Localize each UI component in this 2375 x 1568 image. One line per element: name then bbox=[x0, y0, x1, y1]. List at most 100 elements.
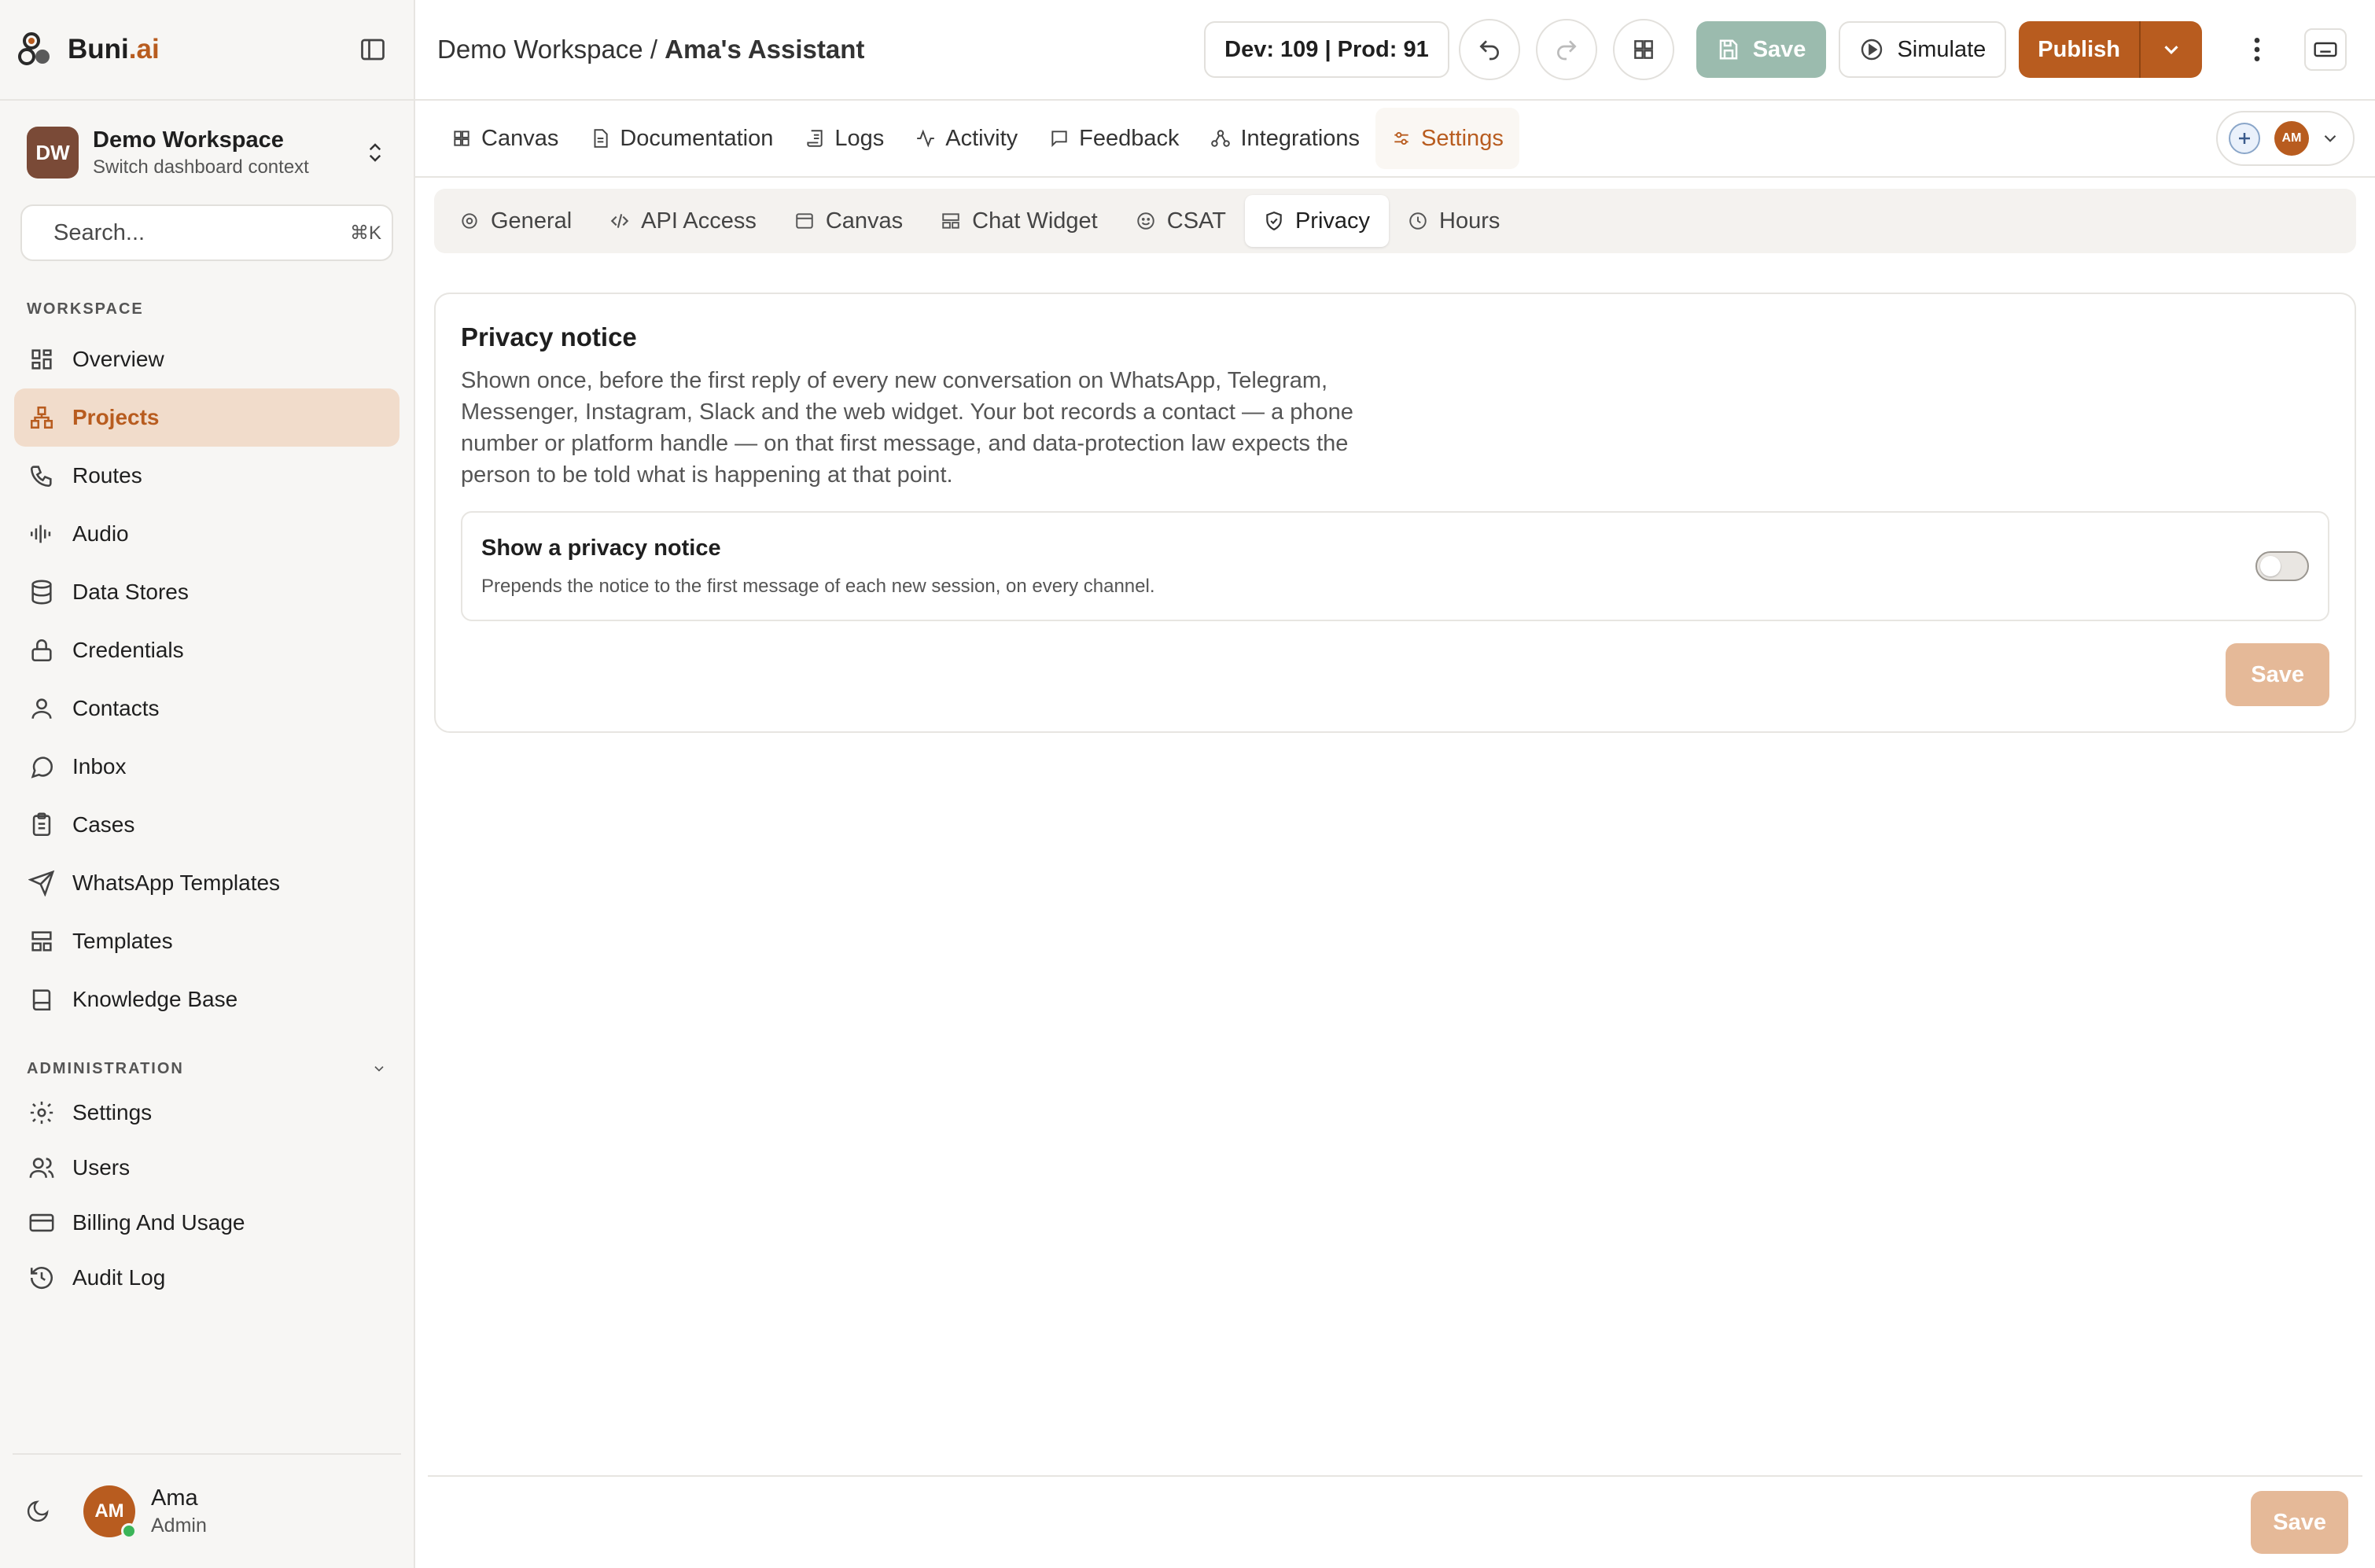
publish-menu-button[interactable] bbox=[2139, 21, 2202, 78]
redo-button[interactable] bbox=[1535, 19, 1597, 80]
sidebar-item-users[interactable]: Users bbox=[14, 1140, 400, 1195]
sidebar-item-label: Audit Log bbox=[72, 1265, 166, 1290]
version-indicator: Dev: 109 | Prod: 91 bbox=[1204, 21, 1449, 78]
file-icon bbox=[594, 129, 608, 148]
plus-icon bbox=[2239, 133, 2250, 144]
sidebar-item-inbox[interactable]: Inbox bbox=[14, 738, 400, 796]
gear-icon bbox=[30, 1101, 53, 1124]
subtab-general[interactable]: General bbox=[440, 195, 591, 247]
code-icon bbox=[610, 214, 629, 228]
workspace-avatar: DW bbox=[27, 127, 79, 179]
sidebar-item-data-stores[interactable]: Data Stores bbox=[14, 563, 400, 621]
privacy-toggle-row: Show a privacy notice Prepends the notic… bbox=[461, 511, 2329, 621]
collaborator-avatar[interactable]: AM bbox=[2274, 121, 2309, 156]
workspace-nav: Overview Projects Routes Audio Data Stor… bbox=[0, 330, 414, 1029]
undo-button[interactable] bbox=[1458, 19, 1520, 80]
workspace-switcher[interactable]: DW Demo Workspace Switch dashboard conte… bbox=[0, 101, 414, 204]
sidebar-item-settings[interactable]: Settings bbox=[14, 1085, 400, 1140]
main-tabs: Canvas Documentation Logs Activity Feedb… bbox=[415, 101, 2375, 178]
footer-save-button[interactable]: Save bbox=[2251, 1491, 2348, 1554]
book-icon bbox=[32, 989, 51, 1011]
sidebar-footer: AM Ama Admin bbox=[13, 1453, 401, 1568]
sidebar-item-contacts[interactable]: Contacts bbox=[14, 679, 400, 738]
privacy-notice-toggle[interactable] bbox=[2255, 551, 2309, 581]
activity-icon bbox=[917, 129, 935, 148]
tab-canvas[interactable]: Canvas bbox=[436, 108, 574, 169]
sidebar-item-routes[interactable]: Routes bbox=[14, 447, 400, 505]
subtab-privacy[interactable]: Privacy bbox=[1244, 195, 1390, 247]
history-icon bbox=[30, 1267, 53, 1290]
simulate-button[interactable]: Simulate bbox=[1839, 21, 2007, 78]
sidebar-item-label: Templates bbox=[72, 929, 173, 953]
card-save-button[interactable]: Save bbox=[2226, 643, 2329, 706]
search-box[interactable]: ⌘K bbox=[20, 204, 393, 261]
grid-icon bbox=[454, 131, 469, 146]
sidebar-item-label: Cases bbox=[72, 812, 135, 837]
sidebar-item-audio[interactable]: Audio bbox=[14, 505, 400, 563]
audio-icon bbox=[30, 525, 51, 543]
subtab-canvas[interactable]: Canvas bbox=[775, 195, 922, 247]
subtab-hours[interactable]: Hours bbox=[1389, 195, 1519, 247]
widget-icon bbox=[942, 213, 959, 229]
page-title: Privacy notice bbox=[461, 322, 637, 352]
chat-icon bbox=[31, 756, 53, 778]
sidebar-toggle-icon[interactable] bbox=[359, 35, 387, 64]
add-collaborator-button[interactable] bbox=[2229, 123, 2260, 154]
sidebar-item-label: Contacts bbox=[72, 696, 160, 720]
play-icon bbox=[1861, 39, 1883, 61]
sidebar-item-overview[interactable]: Overview bbox=[14, 330, 400, 388]
workspace-subtitle: Switch dashboard context bbox=[93, 156, 309, 178]
tab-logs[interactable]: Logs bbox=[789, 108, 900, 169]
breadcrumb-parent[interactable]: Demo Workspace / bbox=[437, 35, 665, 64]
publish-group: Publish bbox=[2019, 21, 2202, 78]
scroll-icon bbox=[807, 130, 823, 147]
sidebar-item-credentials[interactable]: Credentials bbox=[14, 621, 400, 679]
tab-documentation[interactable]: Documentation bbox=[574, 108, 789, 169]
search-input[interactable] bbox=[53, 219, 350, 246]
clipboard-icon bbox=[32, 812, 51, 837]
sidebar-item-label: Projects bbox=[72, 405, 160, 429]
layout-button[interactable] bbox=[1612, 19, 1674, 80]
tab-settings[interactable]: Settings bbox=[1375, 108, 1519, 169]
projects-icon bbox=[30, 406, 53, 429]
card-icon bbox=[29, 1213, 54, 1232]
topbar: Demo Workspace / Ama's Assistant Dev: 10… bbox=[415, 0, 2375, 101]
search-shortcut: ⌘K bbox=[350, 222, 382, 244]
sidebar-item-templates[interactable]: Templates bbox=[14, 912, 400, 970]
clock-icon bbox=[1409, 212, 1427, 230]
subtab-chat-widget[interactable]: Chat Widget bbox=[922, 195, 1117, 247]
sidebar-item-projects[interactable]: Projects bbox=[14, 388, 400, 447]
shield-icon bbox=[1266, 212, 1282, 231]
moon-icon[interactable] bbox=[25, 1499, 50, 1524]
breadcrumb-current: Ama's Assistant bbox=[665, 35, 865, 64]
layout-icon bbox=[31, 931, 52, 951]
sidebar-item-label: Settings bbox=[72, 1100, 153, 1124]
tab-activity[interactable]: Activity bbox=[900, 108, 1033, 169]
sidebar-item-label: WhatsApp Templates bbox=[72, 870, 281, 895]
collaborators-control[interactable]: AM bbox=[2216, 111, 2355, 166]
admin-nav: Settings Users Billing And Usage Audit L… bbox=[0, 1085, 414, 1305]
chevron-updown-icon bbox=[369, 143, 381, 162]
keyboard-shortcuts-button[interactable] bbox=[2304, 28, 2347, 71]
send-icon bbox=[28, 870, 55, 896]
sidebar-item-billing[interactable]: Billing And Usage bbox=[14, 1195, 400, 1250]
save-button[interactable]: Save bbox=[1696, 21, 1827, 78]
sidebar-item-knowledge-base[interactable]: Knowledge Base bbox=[14, 970, 400, 1029]
workspace-name: Demo Workspace bbox=[93, 127, 284, 153]
breadcrumb: Demo Workspace / Ama's Assistant bbox=[437, 35, 864, 64]
avatar[interactable]: AM bbox=[83, 1485, 137, 1539]
administration-section-label[interactable]: ADMINISTRATION bbox=[0, 1057, 414, 1080]
sidebar-item-whatsapp-templates[interactable]: WhatsApp Templates bbox=[14, 854, 400, 912]
privacy-description: Shown once, before the first reply of ev… bbox=[461, 368, 1353, 488]
publish-button[interactable]: Publish bbox=[2019, 21, 2139, 78]
subtab-csat[interactable]: CSAT bbox=[1117, 195, 1245, 247]
tab-feedback[interactable]: Feedback bbox=[1033, 108, 1195, 169]
more-options-icon[interactable] bbox=[2241, 34, 2273, 65]
sidebar-item-cases[interactable]: Cases bbox=[14, 796, 400, 854]
chevron-down-icon bbox=[2324, 134, 2336, 142]
tab-integrations[interactable]: Integrations bbox=[1195, 108, 1375, 169]
online-status-dot bbox=[121, 1523, 137, 1539]
integration-icon bbox=[1211, 130, 1231, 147]
sidebar-item-audit-log[interactable]: Audit Log bbox=[14, 1250, 400, 1305]
subtab-api-access[interactable]: API Access bbox=[591, 195, 775, 247]
